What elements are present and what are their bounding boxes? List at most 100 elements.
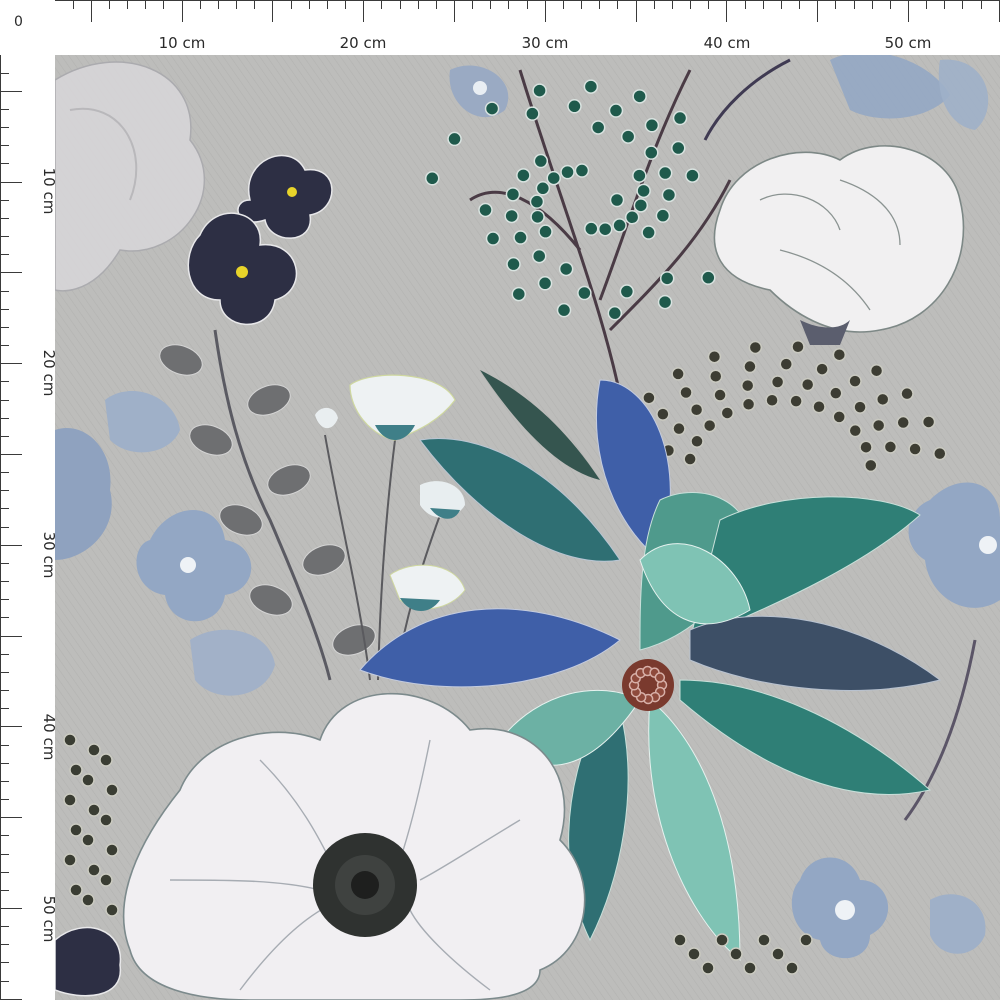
floral-pattern bbox=[55, 55, 1000, 1000]
berry bbox=[99, 813, 113, 827]
berry bbox=[848, 374, 862, 388]
berry bbox=[871, 418, 886, 433]
berry bbox=[689, 403, 704, 417]
berry bbox=[69, 823, 83, 837]
berry bbox=[740, 378, 755, 393]
berry bbox=[869, 363, 884, 378]
berry bbox=[671, 367, 685, 381]
berry bbox=[672, 421, 686, 436]
ruler-left-label-10: 10 cm bbox=[40, 168, 55, 215]
berry bbox=[532, 83, 547, 98]
berry bbox=[525, 106, 540, 121]
ruler-top-label-40: 40 cm bbox=[704, 34, 751, 52]
berry bbox=[447, 131, 462, 147]
berry bbox=[505, 187, 521, 202]
berry bbox=[848, 423, 863, 438]
berry bbox=[765, 393, 779, 408]
berry bbox=[530, 209, 545, 225]
berry bbox=[829, 386, 843, 400]
berry bbox=[671, 140, 686, 156]
berry bbox=[533, 153, 549, 169]
berry bbox=[87, 743, 101, 757]
berry bbox=[687, 947, 701, 961]
berry bbox=[789, 394, 803, 408]
berry bbox=[560, 164, 575, 180]
berry bbox=[832, 347, 847, 362]
berry bbox=[546, 170, 561, 186]
berry bbox=[69, 763, 83, 777]
berry bbox=[654, 672, 666, 683]
berry bbox=[791, 340, 805, 354]
berry bbox=[612, 218, 627, 233]
berry bbox=[921, 415, 936, 429]
berry bbox=[478, 202, 493, 218]
berry bbox=[657, 165, 673, 181]
berry bbox=[815, 362, 829, 376]
ruler-top: 10 cm 20 cm 30 cm 40 cm 50 cm bbox=[0, 0, 1000, 55]
berry bbox=[516, 168, 531, 183]
berry bbox=[567, 99, 582, 114]
berry bbox=[933, 446, 947, 461]
berry bbox=[624, 210, 640, 225]
berry bbox=[729, 947, 743, 961]
berry bbox=[690, 434, 704, 449]
berry bbox=[883, 440, 898, 454]
berry bbox=[633, 198, 649, 213]
ruler-top-scale: 10 cm 20 cm 30 cm 40 cm 50 cm bbox=[0, 0, 1000, 52]
berry bbox=[720, 406, 735, 420]
berry bbox=[864, 458, 878, 473]
berry bbox=[632, 89, 647, 104]
ruler-top-label-30: 30 cm bbox=[522, 34, 569, 52]
ruler-top-label-10: 10 cm bbox=[159, 34, 206, 52]
berry bbox=[743, 359, 757, 374]
berry bbox=[832, 410, 846, 424]
berry bbox=[537, 276, 553, 291]
ruler-left-scale: 10 cm 20 cm 30 cm 40 cm 50 cm bbox=[0, 0, 58, 1000]
berry bbox=[701, 961, 715, 975]
berry bbox=[672, 110, 688, 126]
berry bbox=[63, 853, 77, 867]
ruler-top-label-20: 20 cm bbox=[340, 34, 387, 52]
berry bbox=[799, 933, 813, 947]
berry bbox=[105, 783, 119, 797]
berry bbox=[584, 221, 599, 236]
berry bbox=[484, 101, 500, 116]
berry bbox=[900, 386, 914, 401]
berry bbox=[63, 733, 77, 747]
berry bbox=[99, 753, 113, 767]
berry bbox=[657, 294, 673, 310]
ruler-top-label-50: 50 cm bbox=[885, 34, 932, 52]
berry bbox=[99, 873, 113, 887]
berry bbox=[859, 440, 873, 454]
ruler-origin-label: 0 bbox=[14, 14, 23, 30]
berry bbox=[506, 256, 521, 272]
berry bbox=[757, 933, 771, 947]
berry bbox=[556, 302, 572, 318]
berry bbox=[577, 285, 592, 301]
berry bbox=[105, 903, 119, 917]
berry bbox=[485, 231, 501, 246]
berry bbox=[597, 221, 613, 237]
berry bbox=[511, 286, 527, 302]
ruler-corner: 0 bbox=[0, 0, 55, 55]
berry bbox=[800, 377, 815, 392]
berry bbox=[713, 388, 727, 402]
berry bbox=[87, 803, 101, 817]
berry bbox=[896, 415, 910, 430]
berry bbox=[875, 392, 890, 407]
berry bbox=[908, 442, 922, 456]
berry bbox=[702, 418, 717, 433]
berry bbox=[661, 187, 677, 203]
ruler-left-label-30: 30 cm bbox=[40, 532, 55, 579]
berry bbox=[707, 349, 722, 364]
berry bbox=[655, 208, 671, 223]
berry bbox=[708, 369, 723, 383]
berry bbox=[701, 270, 716, 285]
berry bbox=[632, 168, 647, 183]
berry bbox=[743, 961, 757, 975]
berry bbox=[529, 194, 545, 209]
berry bbox=[574, 163, 590, 178]
fabric-preview bbox=[55, 55, 1000, 1000]
berry bbox=[583, 79, 599, 94]
berry bbox=[770, 375, 785, 389]
